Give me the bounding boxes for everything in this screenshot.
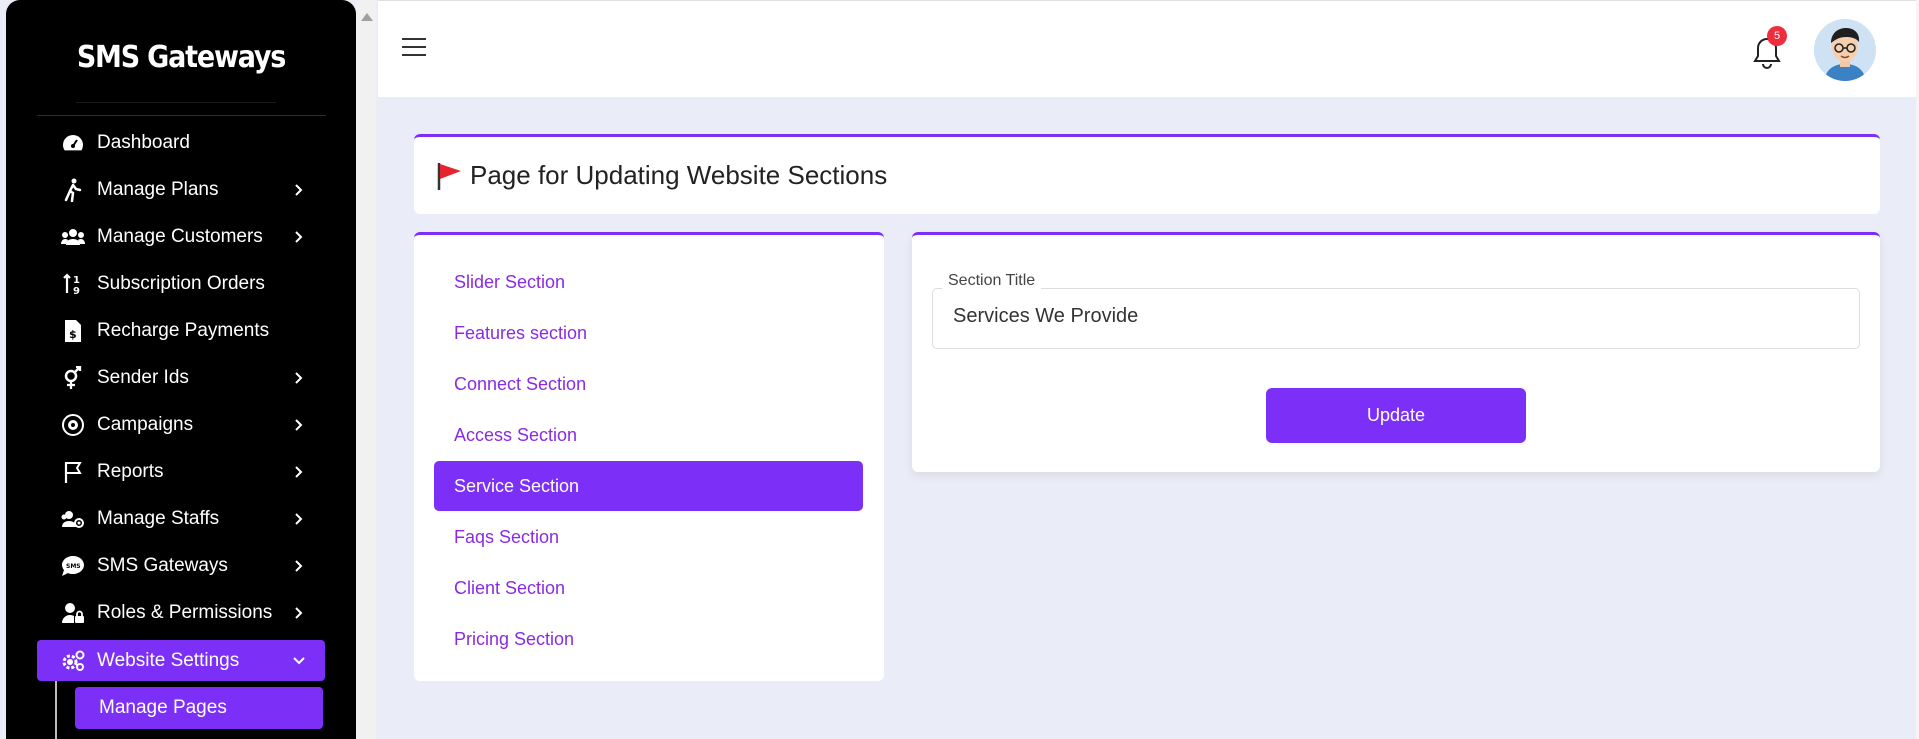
page-title-card: Page for Updating Website Sections [414, 134, 1880, 214]
section-link-label: Slider Section [454, 271, 566, 292]
section-link-faqs[interactable]: Faqs Section [434, 512, 863, 562]
chevron-right-icon [289, 556, 309, 576]
sidebar-item-label: SMS Gateways [97, 554, 228, 576]
sidebar-item-label: Subscription Orders [97, 272, 265, 294]
section-link-service[interactable]: Service Section [434, 461, 863, 511]
sidebar-item-label: Campaigns [97, 413, 194, 435]
section-title-label: Section Title [942, 272, 1042, 290]
section-link-features[interactable]: Features section [434, 308, 863, 358]
sidebar-divider [37, 115, 326, 116]
section-link-access[interactable]: Access Section [434, 410, 863, 460]
svg-text:SMS: SMS [66, 563, 81, 570]
sidebar-item-manage-plans[interactable]: Manage Plans [37, 169, 325, 210]
update-button[interactable]: Update [1266, 388, 1526, 443]
avatar[interactable] [1814, 19, 1876, 81]
chevron-right-icon [289, 415, 309, 435]
sidebar-item-roles-permissions[interactable]: Roles & Permissions [37, 592, 325, 633]
sidebar-item-manage-customers[interactable]: Manage Customers [37, 216, 325, 257]
section-title-field[interactable] [932, 288, 1860, 349]
sms-icon: SMS [61, 554, 85, 578]
scrollbar[interactable] [356, 0, 376, 739]
sidebar-item-campaigns[interactable]: Campaigns [37, 404, 325, 445]
chevron-right-icon [289, 368, 309, 388]
sidebar-item-reports[interactable]: Reports [37, 451, 325, 492]
section-link-label: Access Section [454, 424, 578, 445]
dashboard-icon [61, 131, 85, 155]
sidebar-item-label: Sender Ids [97, 366, 189, 388]
hamburger-menu-icon[interactable] [402, 38, 426, 58]
svg-text:$: $ [69, 328, 77, 341]
submenu-line [55, 681, 57, 739]
scroll-up-arrow-icon[interactable] [361, 13, 373, 21]
staff-icon [61, 507, 85, 531]
section-link-label: Connect Section [454, 373, 587, 394]
section-link-label: Features section [454, 322, 588, 343]
section-link-connect[interactable]: Connect Section [434, 359, 863, 409]
svg-text:1: 1 [73, 275, 80, 286]
chevron-right-icon [289, 227, 309, 247]
section-form-card: Section Title Update [912, 232, 1880, 472]
sidebar-item-label: Manage Plans [97, 178, 219, 200]
section-menu-card: Slider Section Features section Connect … [414, 232, 884, 681]
sidebar-item-label: Manage Customers [97, 225, 263, 247]
sidebar-item-subscription-orders[interactable]: 19 Subscription Orders [37, 263, 325, 304]
walking-icon [61, 178, 85, 202]
red-flag-icon [436, 161, 464, 191]
user-lock-icon [61, 601, 85, 625]
sidebar-item-label: Dashboard [97, 131, 190, 153]
section-title-input[interactable] [953, 305, 1833, 328]
section-link-client[interactable]: Client Section [434, 563, 863, 613]
invoice-dollar-icon: $ [61, 319, 85, 343]
sidebar-item-label: Roles & Permissions [97, 601, 273, 623]
sidebar-subitem-manage-pages[interactable]: Manage Pages [75, 687, 323, 729]
brand-title[interactable]: SMS Gateways [6, 40, 356, 75]
brand-divider [76, 102, 276, 103]
sidebar-item-recharge-payments[interactable]: $ Recharge Payments [37, 310, 325, 351]
campaign-icon [61, 413, 85, 437]
section-link-label: Faqs Section [454, 526, 560, 547]
chevron-right-icon [289, 462, 309, 482]
section-link-label: Pricing Section [454, 628, 575, 649]
section-link-label: Service Section [454, 475, 580, 496]
chevron-down-icon [289, 651, 309, 671]
sidebar-subitem-label: Manage Pages [99, 697, 227, 718]
top-header [378, 0, 1919, 97]
sidebar-item-label: Reports [97, 460, 164, 482]
sidebar-item-label: Manage Staffs [97, 507, 220, 529]
sidebar-item-website-settings[interactable]: Website Settings [37, 640, 325, 681]
page-title: Page for Updating Website Sections [470, 160, 888, 190]
sidebar-item-label: Website Settings [97, 649, 240, 671]
section-link-pricing[interactable]: Pricing Section [434, 614, 863, 664]
sidebar-item-dashboard[interactable]: Dashboard [37, 122, 325, 163]
gears-icon [61, 649, 85, 673]
sidebar-item-manage-staffs[interactable]: Manage Staffs [37, 498, 325, 539]
chevron-right-icon [289, 180, 309, 200]
sort-icon: 19 [61, 272, 85, 296]
notification-badge: 5 [1767, 26, 1787, 46]
sidebar-item-sender-ids[interactable]: Sender Ids [37, 357, 325, 398]
gender-icon [61, 365, 85, 390]
users-icon [61, 225, 85, 249]
section-link-slider[interactable]: Slider Section [434, 257, 863, 307]
sidebar-item-sms-gateways[interactable]: SMS SMS Gateways [37, 545, 325, 586]
svg-text:9: 9 [73, 286, 80, 295]
chevron-right-icon [289, 603, 309, 623]
flag-icon [61, 460, 85, 484]
section-link-label: Client Section [454, 577, 566, 598]
sidebar-item-label: Recharge Payments [97, 319, 270, 341]
chevron-right-icon [289, 509, 309, 529]
